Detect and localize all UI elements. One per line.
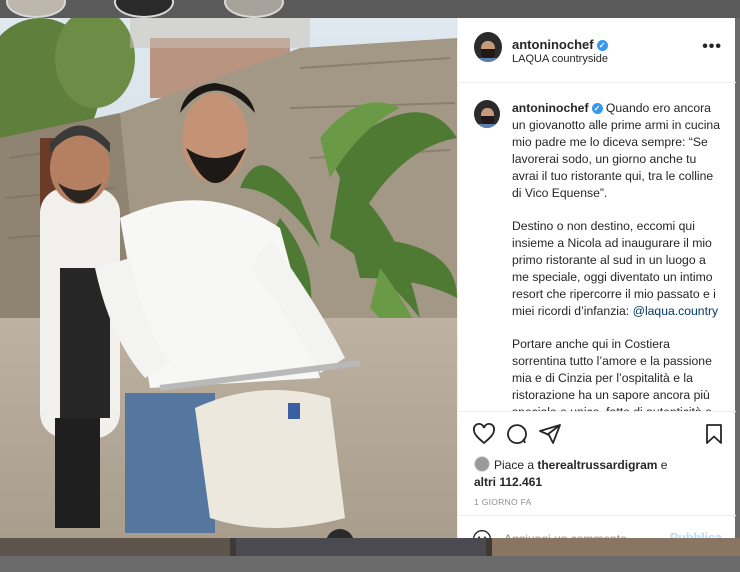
caption-username[interactable]: antoninochef — [512, 101, 589, 115]
liker-username[interactable]: therealtrussardigram — [537, 458, 657, 472]
background-feed-bottom — [0, 538, 740, 556]
post-image — [0, 18, 457, 538]
post-photo[interactable] — [0, 18, 457, 538]
caption-text-1: Quando ero ancora un giovanotto alle pri… — [512, 101, 720, 200]
likes-prefix: Piace a — [494, 458, 538, 472]
likes-connector: e — [657, 458, 668, 472]
more-options-icon[interactable]: ••• — [702, 38, 722, 56]
post-modal: antoninochef ✓ LAQUA countryside ••• anto… — [0, 18, 736, 548]
caption-paragraph: Portare anche qui in Costiera sorrentina… — [512, 336, 724, 411]
header-username-row: antoninochef ✓ — [512, 36, 608, 54]
avatar[interactable] — [474, 100, 500, 128]
header-username[interactable]: antoninochef — [512, 37, 594, 52]
heart-icon[interactable] — [472, 422, 496, 446]
post-side-panel: antoninochef ✓ LAQUA countryside ••• anto… — [457, 18, 736, 548]
bookmark-icon[interactable] — [702, 422, 726, 446]
avatar[interactable] — [474, 456, 490, 472]
share-icon[interactable] — [538, 422, 562, 446]
comment-icon[interactable] — [505, 422, 529, 446]
caption-paragraph: Destino o non destino, eccomi qui insiem… — [512, 218, 724, 320]
verified-badge-icon: ✓ — [596, 40, 608, 51]
caption-text-3: Portare anche qui in Costiera sorrentina… — [512, 337, 712, 411]
caption-paragraph: antoninochef ✓ Quando ero ancora un giova… — [512, 100, 724, 202]
caption-text: antoninochef ✓ Quando ero ancora un giova… — [512, 100, 724, 411]
location-link[interactable]: LAQUA countryside — [512, 53, 608, 65]
likes-summary: Piace a therealtrussardigram e altri 112… — [474, 456, 667, 491]
verified-badge-icon: ✓ — [591, 103, 603, 114]
story-thumbnail — [224, 0, 284, 18]
story-thumbnail — [6, 0, 66, 18]
background-feed-top — [0, 0, 740, 18]
post-header: antoninochef ✓ LAQUA countryside ••• — [458, 18, 736, 83]
mention-link[interactable]: @laqua.country — [633, 304, 719, 318]
likes-count[interactable]: altri 112.461 — [474, 475, 542, 489]
post-timestamp[interactable]: 1 GIORNO FA — [474, 497, 532, 507]
avatar[interactable] — [474, 32, 502, 62]
caption-area: antoninochef ✓ Quando ero ancora un giova… — [458, 83, 736, 411]
story-thumbnail — [114, 0, 174, 18]
